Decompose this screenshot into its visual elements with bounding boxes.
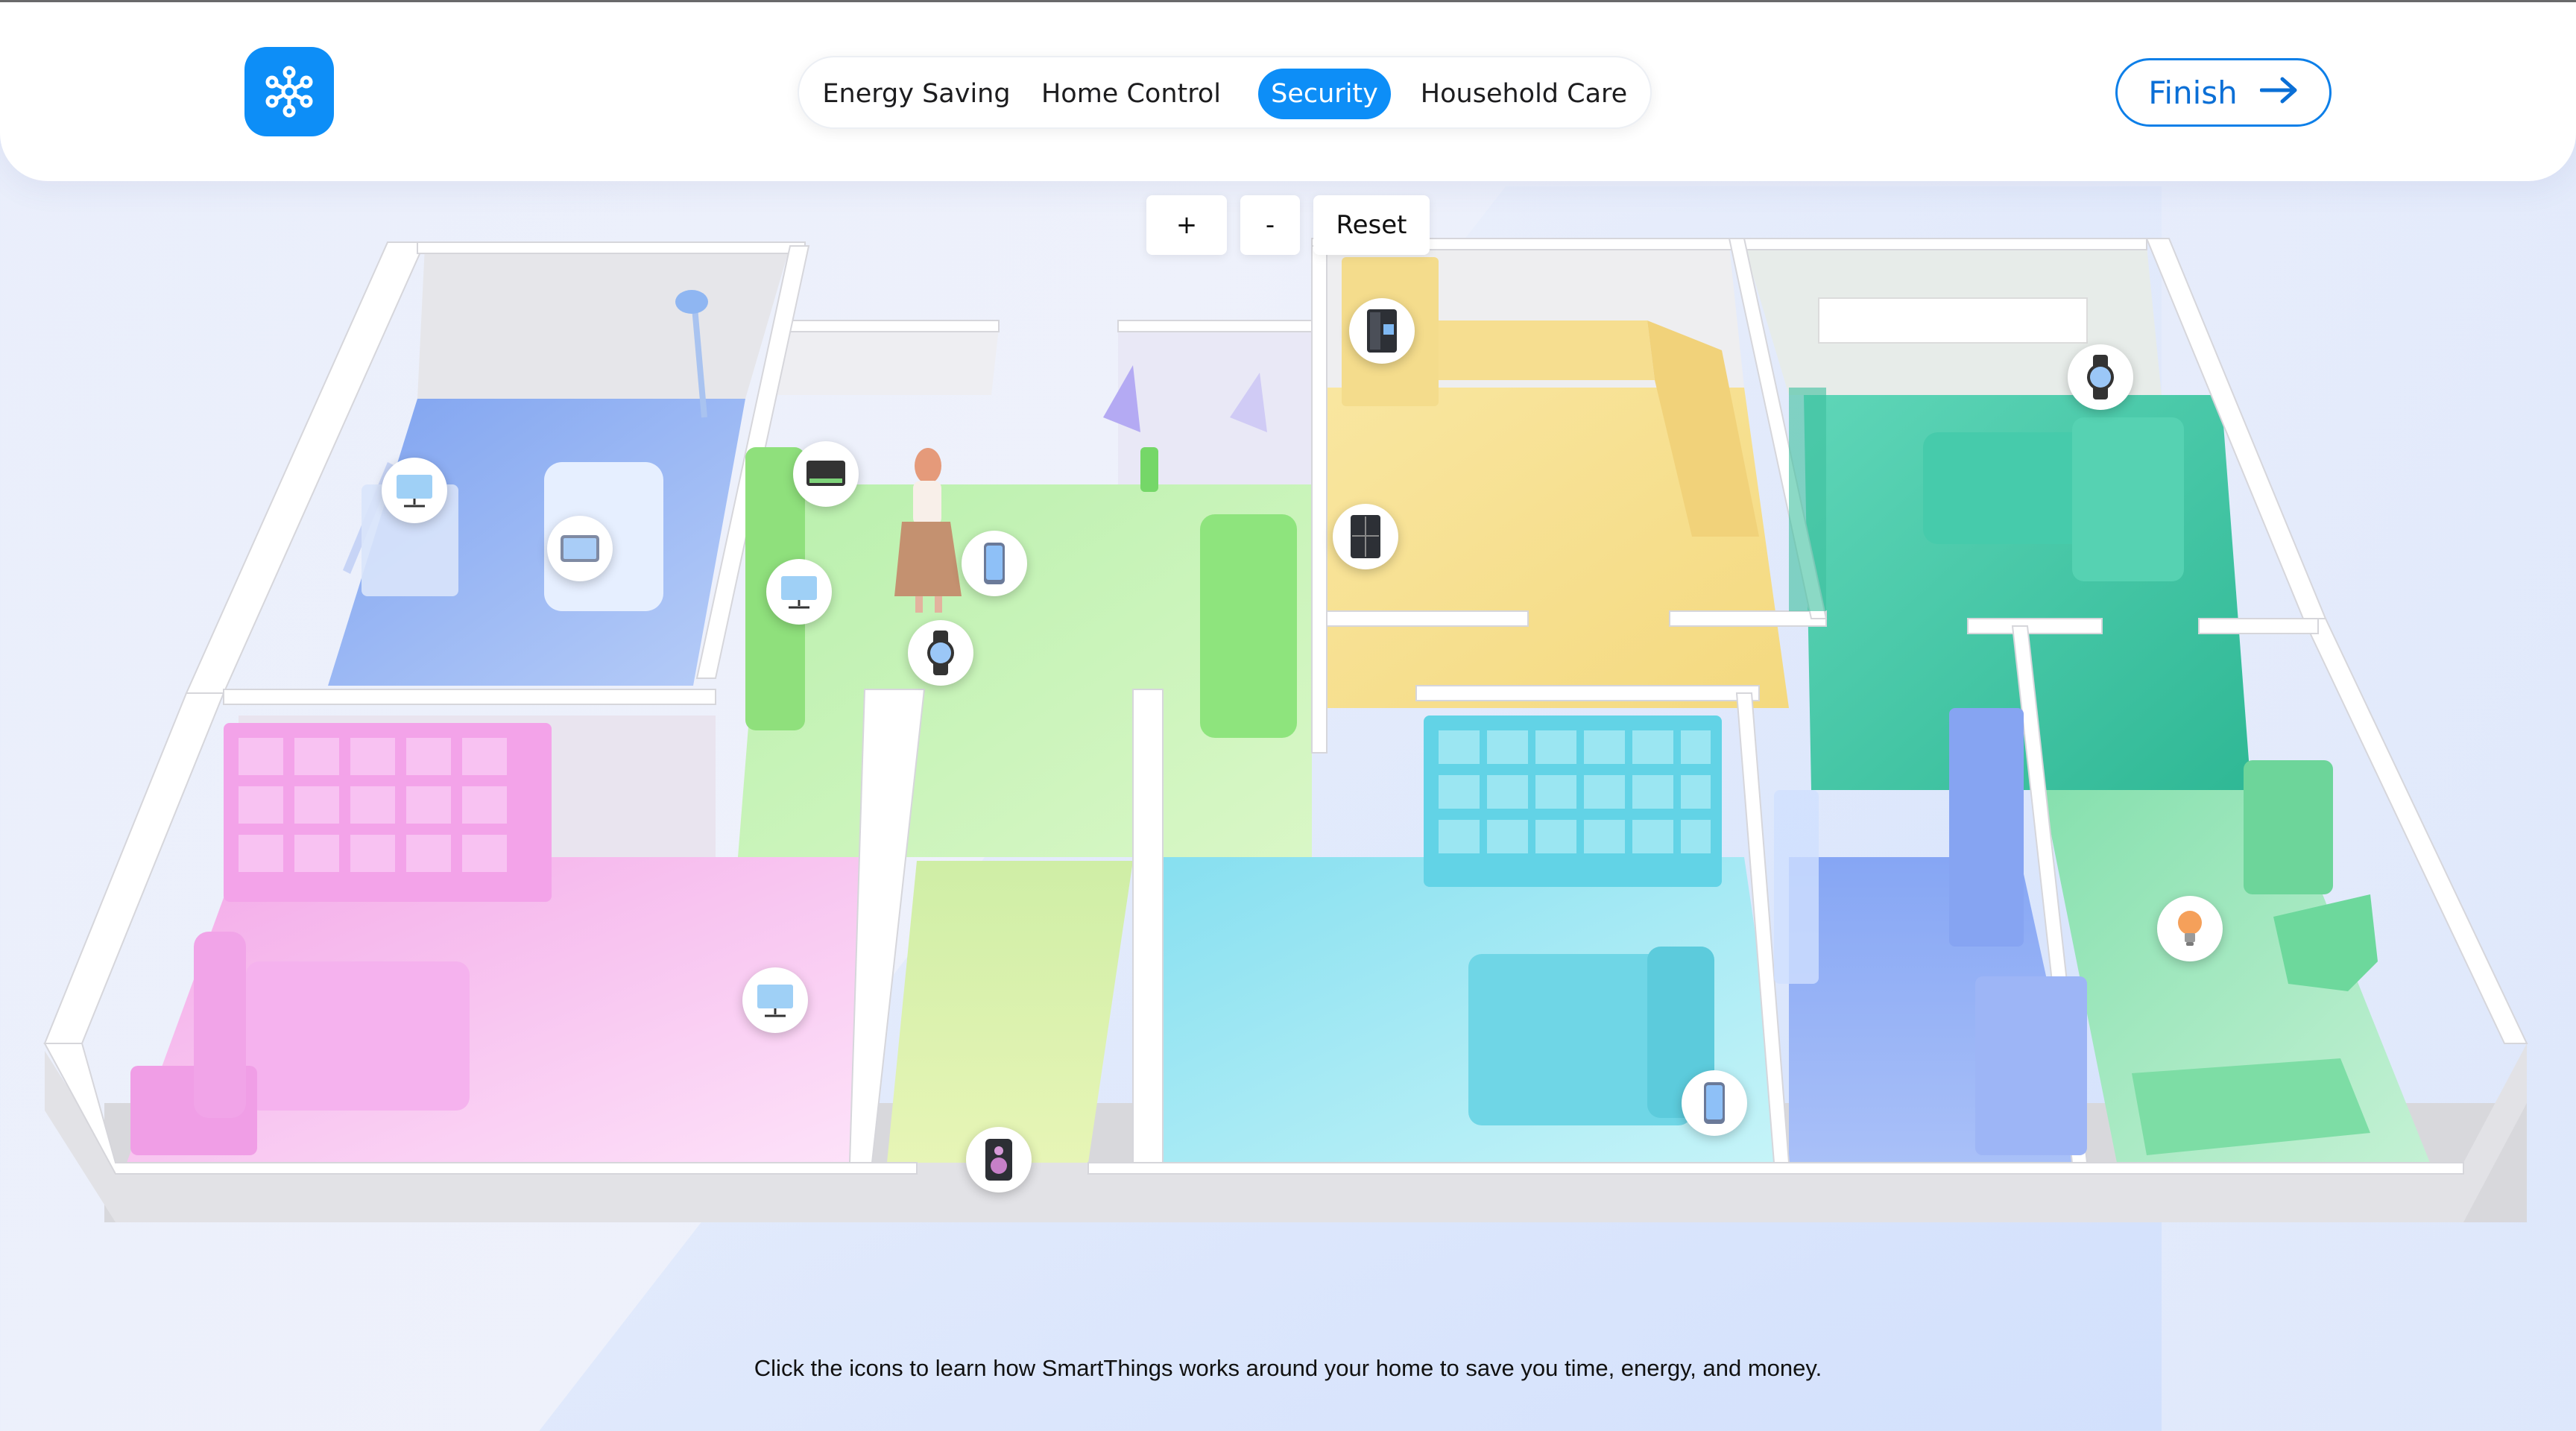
reset-button[interactable]: Reset — [1313, 195, 1430, 255]
category-tabs: Energy Saving Home Control Security Hous… — [798, 56, 1652, 129]
device-watch-icon[interactable] — [908, 620, 973, 686]
device-speaker-icon[interactable] — [966, 1127, 1032, 1192]
device-tablet-icon[interactable] — [547, 516, 613, 581]
device-tv-living-icon[interactable] — [766, 559, 832, 625]
device-watch-bedroom-icon[interactable] — [2068, 344, 2133, 410]
device-tv-pink-room-icon[interactable] — [742, 967, 808, 1033]
finish-button[interactable]: Finish — [2115, 58, 2332, 127]
tab-home-control[interactable]: Home Control — [1036, 69, 1226, 119]
arrow-right-icon — [2259, 75, 2299, 111]
smartthings-logo-icon[interactable] — [244, 47, 334, 136]
tab-security[interactable]: Security — [1258, 69, 1391, 119]
device-tv-icon[interactable] — [382, 458, 447, 523]
device-refrigerator-top-icon[interactable] — [1349, 298, 1415, 364]
zoom-in-button[interactable]: + — [1146, 195, 1227, 255]
tab-household-care[interactable]: Household Care — [1410, 69, 1638, 119]
zoom-out-button[interactable]: - — [1240, 195, 1300, 255]
device-phone-bedroom-icon[interactable] — [1682, 1070, 1747, 1136]
finish-button-label: Finish — [2148, 74, 2238, 111]
device-monitor-icon[interactable] — [793, 441, 859, 507]
device-refrigerator-icon[interactable] — [1333, 504, 1398, 569]
tab-energy-saving[interactable]: Energy Saving — [821, 69, 1011, 119]
header-bar: Energy Saving Home Control Security Hous… — [0, 2, 2576, 181]
device-phone-icon[interactable] — [962, 531, 1027, 596]
instruction-caption: Click the icons to learn how SmartThings… — [754, 1355, 1822, 1381]
device-lightbulb-icon[interactable] — [2157, 896, 2223, 961]
